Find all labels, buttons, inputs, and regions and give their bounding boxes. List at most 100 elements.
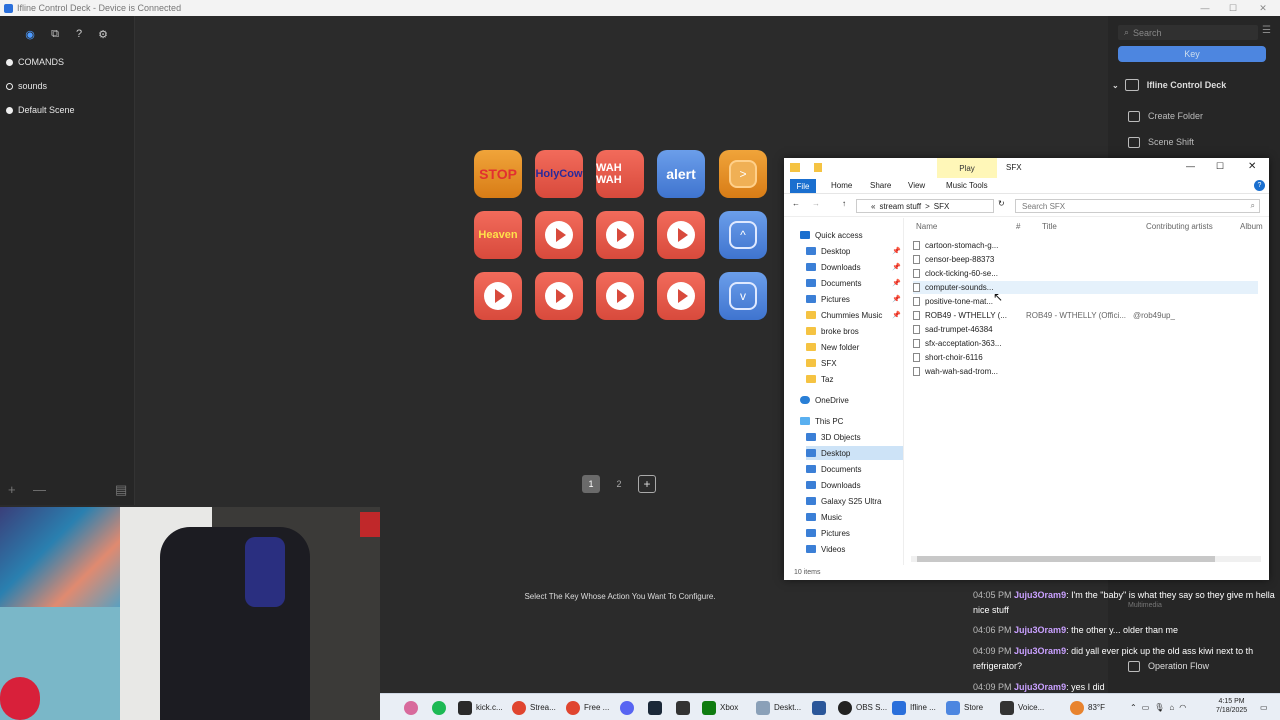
explorer-close-button[interactable]: ✕	[1248, 161, 1256, 172]
address-segment[interactable]: stream stuff	[879, 202, 921, 211]
nav-quick-access[interactable]: Quick access	[800, 228, 903, 242]
explorer-search-input[interactable]: Search SFX ⌕	[1015, 199, 1260, 213]
deck-key-15[interactable]: v	[719, 272, 767, 320]
nav-item-1[interactable]: Downloads 📌	[806, 260, 903, 274]
scene-folder-icon[interactable]: ▤	[115, 482, 127, 498]
device-group-header[interactable]: ⌄ Ifline Control Deck	[1112, 76, 1226, 94]
deck-key-12[interactable]	[535, 272, 583, 320]
deck-key-2[interactable]: HolyCow	[535, 150, 583, 198]
minimize-button[interactable]: —	[1190, 0, 1220, 16]
explorer-maximize-button[interactable]: ☐	[1216, 161, 1224, 172]
up-arrow-icon[interactable]: ↑	[842, 199, 846, 208]
remove-scene-button[interactable]: —	[33, 482, 46, 497]
steam-icon[interactable]	[648, 698, 666, 717]
action-create-folder[interactable]: Create Folder	[1128, 107, 1203, 125]
clock[interactable]: 4:15 PM 7/18/2025	[1216, 697, 1247, 716]
deck-key-6[interactable]: Heaven	[474, 211, 522, 259]
tab-key[interactable]: Key	[1118, 46, 1266, 62]
tab-play[interactable]: Play	[937, 158, 997, 178]
file-row[interactable]: computer-sounds...	[913, 281, 1258, 294]
ribbon-view-tab[interactable]: View	[908, 181, 925, 190]
spotify-icon[interactable]	[432, 698, 450, 717]
file-row[interactable]: sfx-acceptation-363...	[913, 337, 1258, 350]
scene-item-default[interactable]: Default Scene	[6, 102, 75, 118]
horizontal-scrollbar[interactable]	[911, 556, 1261, 562]
settings-gear-icon[interactable]: ⚙	[95, 26, 111, 42]
scene-item-comands[interactable]: COMANDS	[6, 54, 64, 70]
help-icon[interactable]: ?	[71, 26, 87, 42]
nav-item-7[interactable]: SFX	[806, 356, 903, 370]
file-row[interactable]: ROB49 - WTHELLY (... ROB49 - WTHELLY (Off…	[913, 309, 1258, 322]
taskbar-free[interactable]: Free ...	[566, 698, 609, 717]
taskbar-desktop[interactable]: Deskt...	[756, 698, 801, 717]
action-search-input[interactable]: ⌕ Search	[1118, 25, 1258, 40]
file-row[interactable]: short-choir-6116	[913, 351, 1258, 364]
deck-key-10[interactable]: ^	[719, 211, 767, 259]
nav-item-0[interactable]: Desktop 📌	[806, 244, 903, 258]
deck-key-4[interactable]: alert	[657, 150, 705, 198]
ribbon-file-tab[interactable]: File	[790, 179, 816, 193]
back-arrow-icon[interactable]: ←	[792, 199, 800, 208]
column-name[interactable]: Name	[916, 222, 937, 231]
taskbar-xbox[interactable]: Xbox	[702, 698, 738, 717]
file-row[interactable]: cartoon-stomach-g...	[913, 239, 1258, 252]
taskbar-app-icon[interactable]	[404, 698, 422, 717]
ribbon-home-tab[interactable]: Home	[831, 181, 852, 190]
deck-key-11[interactable]	[474, 272, 522, 320]
deck-key-5[interactable]: >	[719, 150, 767, 198]
deck-key-13[interactable]	[596, 272, 644, 320]
forward-arrow-icon[interactable]: →	[812, 199, 820, 208]
page-2-button[interactable]: 2	[610, 475, 628, 493]
file-row[interactable]: clock-ticking-60-se...	[913, 267, 1258, 280]
ribbon-share-tab[interactable]: Share	[870, 181, 891, 190]
column-number[interactable]: #	[1016, 222, 1020, 231]
file-row[interactable]: sad-trumpet-46384	[913, 323, 1258, 336]
nav-pc-item-4[interactable]: Galaxy S25 Ultra	[806, 494, 903, 508]
refresh-icon[interactable]: ↻	[998, 199, 1005, 208]
deck-key-3[interactable]: WAH WAH	[596, 150, 644, 198]
nav-pc-item-1[interactable]: Desktop	[806, 446, 903, 460]
close-button[interactable]: ✕	[1248, 0, 1278, 16]
taskbar-store[interactable]: Store	[946, 698, 983, 717]
scene-item-sounds[interactable]: sounds	[6, 78, 47, 94]
nav-item-4[interactable]: Chummies Music 📌	[806, 308, 903, 322]
system-tray-icons[interactable]: ⌃▭🎙⌂◠	[1130, 698, 1191, 717]
file-row[interactable]: wah-wah-sad-trom...	[913, 365, 1258, 378]
nav-item-5[interactable]: broke bros	[806, 324, 903, 338]
address-segment[interactable]: SFX	[934, 202, 950, 211]
epic-icon[interactable]	[676, 698, 694, 717]
ribbon-music-tools-tab[interactable]: Music Tools	[946, 181, 988, 190]
taskbar-stream[interactable]: Strea...	[512, 698, 556, 717]
action-scene-shift[interactable]: Scene Shift	[1128, 133, 1194, 151]
nav-item-2[interactable]: Documents 📌	[806, 276, 903, 290]
nav-pc-item-0[interactable]: 3D Objects	[806, 430, 903, 444]
add-scene-button[interactable]: +	[8, 482, 16, 497]
weather-icon[interactable]: 83°F	[1070, 698, 1105, 717]
nav-pc-item-2[interactable]: Documents	[806, 462, 903, 476]
device-icon[interactable]: ◉	[22, 26, 38, 42]
plugins-icon[interactable]: ⧉	[47, 26, 63, 42]
nav-pc-item-7[interactable]: Videos	[806, 542, 903, 556]
address-bar[interactable]: « stream stuff > SFX	[856, 199, 994, 213]
deck-key-14[interactable]	[657, 272, 705, 320]
nav-pc-item-5[interactable]: Music	[806, 510, 903, 524]
nav-item-3[interactable]: Pictures 📌	[806, 292, 903, 306]
deck-key-8[interactable]	[596, 211, 644, 259]
list-view-icon[interactable]: ☰	[1262, 25, 1271, 36]
deck-key-9[interactable]	[657, 211, 705, 259]
nav-item-8[interactable]: Taz	[806, 372, 903, 386]
file-row[interactable]: censor-beep-88373	[913, 253, 1258, 266]
page-1-button[interactable]: 1	[582, 475, 600, 493]
taskbar-obs[interactable]: OBS S...	[838, 698, 887, 717]
column-artists[interactable]: Contributing artists	[1146, 222, 1213, 231]
column-album[interactable]: Album	[1240, 222, 1263, 231]
nav-pc-item-6[interactable]: Pictures	[806, 526, 903, 540]
maximize-button[interactable]: ☐	[1218, 0, 1248, 16]
explorer-minimize-button[interactable]: —	[1186, 161, 1195, 171]
word-icon[interactable]	[812, 698, 830, 717]
taskbar-ifline[interactable]: Ifline ...	[892, 698, 936, 717]
notification-icon[interactable]: ▭	[1260, 698, 1268, 717]
file-row[interactable]: positive-tone-mat...	[913, 295, 1258, 308]
nav-item-6[interactable]: New folder	[806, 340, 903, 354]
column-title[interactable]: Title	[1042, 222, 1057, 231]
